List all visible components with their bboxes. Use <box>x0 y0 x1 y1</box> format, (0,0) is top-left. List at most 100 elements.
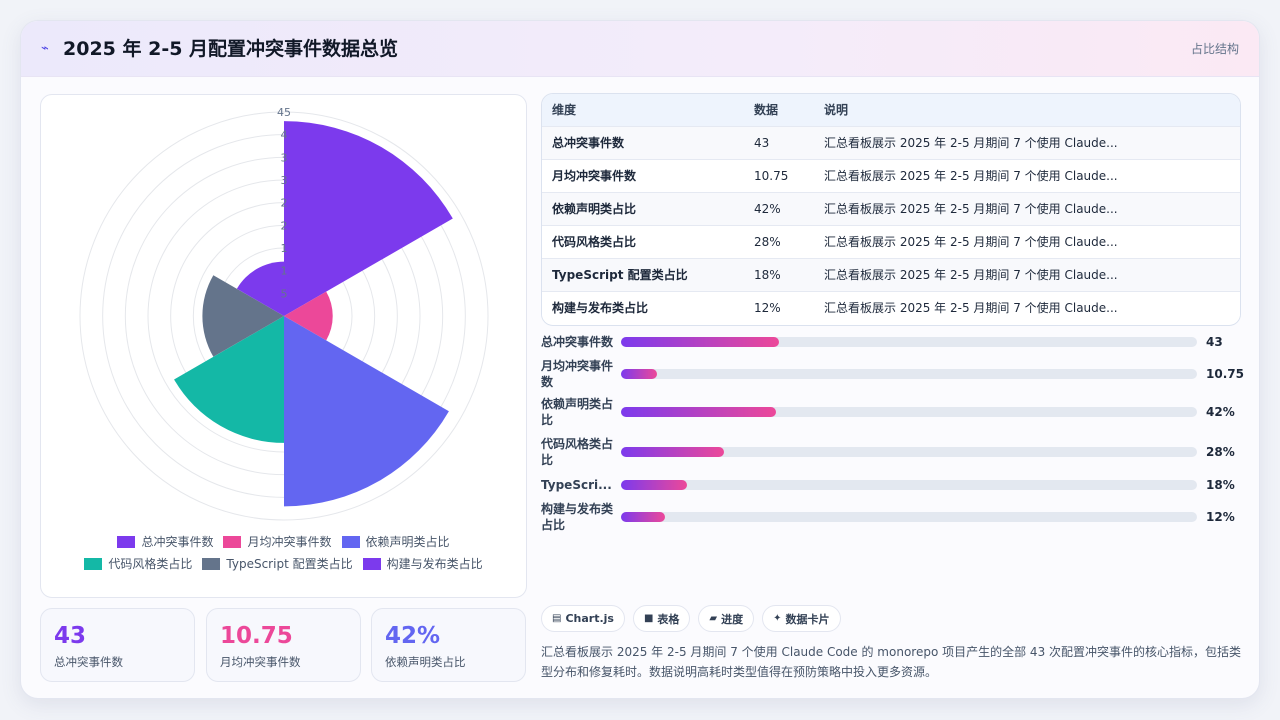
legend-swatch <box>223 536 242 548</box>
table-cell: 28% <box>754 234 781 249</box>
legend-swatch <box>341 536 360 548</box>
radial-tick-label: 3 <box>281 151 288 164</box>
legend-item[interactable]: 代码风格类占比 <box>84 557 192 571</box>
radial-tick-label: 45 <box>277 106 291 119</box>
radial-tick-label: 1 <box>281 242 288 255</box>
polar-slice[interactable] <box>284 316 449 507</box>
progress-track <box>621 512 1197 522</box>
kpi-card-monthly: 10.75 月均冲突事件数 <box>206 608 361 682</box>
table-cell: TypeScript 配置类占比 <box>552 268 688 282</box>
table-cell: 代码风格类占比 <box>552 235 637 249</box>
radial-tick-label: 3 <box>281 174 288 187</box>
table-row: 代码风格类占比 28% 汇总看板展示 2025 年 2-5 月期间 7 个使用 Cl… <box>542 225 1240 258</box>
kpi-label: 依赖声明类占比 <box>385 655 466 669</box>
progress-label: 依赖声明类占比 <box>541 397 614 427</box>
table-row: 总冲突事件数 43 汇总看板展示 2025 年 2-5 月期间 7 个使用 Clau… <box>542 126 1240 159</box>
progress-value: 10.75 <box>1206 367 1244 381</box>
legend-swatch <box>84 558 103 570</box>
kpi-value: 10.75 <box>220 623 293 649</box>
legend-label: 月均冲突事件数 <box>247 535 332 549</box>
progress-value: 12% <box>1206 510 1235 524</box>
data-table: 维度 数据 说明 总冲突事件数 43 汇总看板展示 2025 年 2-5 月期间 7… <box>541 93 1241 326</box>
dashboard-card: ⌁ 2025 年 2-5 月配置冲突事件数据总览 占比结构 5 1 1 2 2 3 3 4 45… <box>20 20 1260 699</box>
legend-swatch <box>362 558 381 570</box>
header-right-label: 占比结构 <box>1190 42 1239 56</box>
kpi-label: 总冲突事件数 <box>54 655 123 669</box>
kpi-card-dependency: 42% 依赖声明类占比 <box>371 608 526 682</box>
table-cell: 依赖声明类占比 <box>552 202 637 216</box>
legend-item[interactable]: 构建与发布类占比 <box>362 557 483 571</box>
table-cell: 汇总看板展示 2025 年 2-5 月期间 7 个使用 Claude... <box>824 301 1118 316</box>
progress-track <box>621 369 1197 379</box>
legend-swatch <box>202 558 221 570</box>
tag-label: Chart.js <box>565 612 614 625</box>
table-cell: 43 <box>754 135 770 150</box>
tag-list: ▤ Chart.js ■ 表格 ▰ 进度 ✦ 数据卡片 <box>541 605 841 632</box>
table-cell: 42% <box>754 201 781 216</box>
legend-label: 代码风格类占比 <box>108 557 193 571</box>
radial-tick-label: 2 <box>281 197 288 210</box>
progress-fill <box>621 512 666 522</box>
progress-track <box>621 447 1197 457</box>
table-cell: 10.75 <box>754 168 789 183</box>
tag-table[interactable]: ■ 表格 <box>632 605 691 632</box>
table-cell: 总冲突事件数 <box>552 136 625 150</box>
legend-label: 总冲突事件数 <box>141 535 214 549</box>
legend-label: 依赖声明类占比 <box>365 535 450 549</box>
radial-tick-label: 4 <box>281 129 288 142</box>
tag-label: 进度 <box>721 612 744 626</box>
legend-item[interactable]: 总冲突事件数 <box>117 535 213 549</box>
progress-label: TypeScri... <box>541 478 612 492</box>
kpi-label: 月均冲突事件数 <box>220 655 301 669</box>
kpi-value: 43 <box>54 623 87 649</box>
table-row: TypeScript 配置类占比 18% 汇总看板展示 2025 年 2-5 月期间… <box>542 258 1240 291</box>
legend-item[interactable]: TypeScript 配置类占比 <box>202 557 353 571</box>
progress-fill <box>621 337 780 347</box>
progress-label: 总冲突事件数 <box>541 335 614 349</box>
header-bar: ⌁ 2025 年 2-5 月配置冲突事件数据总览 占比结构 <box>21 21 1259 77</box>
table-header-cell: 说明 <box>824 103 849 118</box>
table-cell: 12% <box>754 300 781 315</box>
tag-chart[interactable]: ▤ Chart.js <box>541 605 625 632</box>
tag-label: 数据卡片 <box>785 612 830 626</box>
progress-fill <box>621 480 688 490</box>
tag-card[interactable]: ✦ 数据卡片 <box>762 605 841 632</box>
legend-item[interactable]: 月均冲突事件数 <box>223 535 332 549</box>
table-icon: ■ <box>643 613 654 624</box>
table-row: 依赖声明类占比 42% 汇总看板展示 2025 年 2-5 月期间 7 个使用 Cl… <box>542 192 1240 225</box>
card-icon: ✦ <box>773 613 782 624</box>
table-header-cell: 数据 <box>754 103 779 118</box>
progress-value: 18% <box>1206 478 1235 492</box>
progress-track <box>621 480 1197 490</box>
legend-swatch <box>117 536 136 548</box>
table-cell: 构建与发布类占比 <box>552 301 649 316</box>
progress-track <box>621 337 1197 347</box>
polar-area-chart[interactable]: 5 1 1 2 2 3 3 4 45 <box>41 95 528 535</box>
radial-tick-label: 5 <box>281 287 288 300</box>
table-cell: 汇总看板展示 2025 年 2-5 月期间 7 个使用 Claude... <box>824 235 1118 249</box>
progress-label: 月均冲突事件数 <box>541 359 614 389</box>
table-row: 构建与发布类占比 12% 汇总看板展示 2025 年 2-5 月期间 7 个使用 C… <box>542 291 1240 324</box>
sparkle-icon: ⌁ <box>41 41 49 56</box>
legend-label: TypeScript 配置类占比 <box>226 557 353 571</box>
progress-value: 43 <box>1206 335 1223 349</box>
kpi-value: 42% <box>385 623 441 649</box>
polar-slice[interactable] <box>284 121 453 316</box>
table-cell: 汇总看板展示 2025 年 2-5 月期间 7 个使用 Claude... <box>824 169 1118 183</box>
table-cell: 汇总看板展示 2025 年 2-5 月期间 7 个使用 Claude... <box>824 202 1118 216</box>
legend-item[interactable]: 依赖声明类占比 <box>341 535 450 549</box>
table-cell: 汇总看板展示 2025 年 2-5 月期间 7 个使用 Claude... <box>824 136 1118 150</box>
table-header-row: 维度 数据 说明 <box>542 94 1240 126</box>
page-title: 2025 年 2-5 月配置冲突事件数据总览 <box>63 38 399 60</box>
chart-icon: ▤ <box>552 613 562 624</box>
tag-progress[interactable]: ▰ 进度 <box>698 605 755 632</box>
table-cell: 月均冲突事件数 <box>552 169 637 183</box>
progress-fill <box>621 369 658 379</box>
table-header-cell: 维度 <box>552 103 577 118</box>
progress-value: 42% <box>1206 405 1235 419</box>
chart-legend: 总冲突事件数 月均冲突事件数 依赖声明类占比代码风格类占比 TypeScript 配置… <box>41 535 526 571</box>
progress-icon: ▰ <box>709 613 718 624</box>
radial-tick-label: 1 <box>281 265 288 278</box>
progress-fill <box>621 447 725 457</box>
progress-fill <box>621 407 776 417</box>
